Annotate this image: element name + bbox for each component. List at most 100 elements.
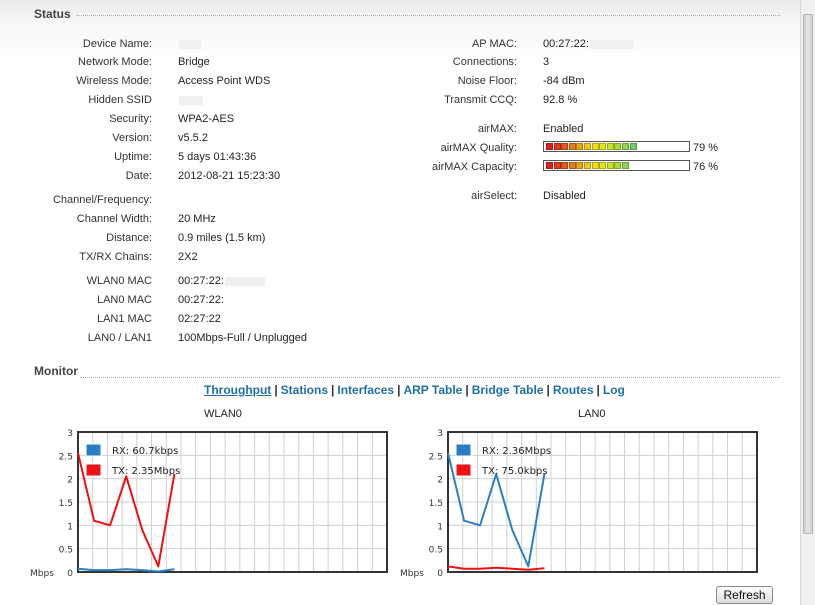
status-left-value: 0.9 miles (1.5 km) [178, 232, 265, 244]
meter-segment [629, 143, 637, 150]
y-tick-label: 2 [67, 476, 73, 486]
legend-label: RX: 60.7kbps [112, 446, 178, 457]
y-tick-label: 3 [67, 429, 73, 439]
status-right-value-text: 00:27:22: [543, 38, 589, 50]
meter-segment [606, 143, 614, 150]
meter-segment [622, 162, 629, 169]
status-right-value-text: -84 dBm [543, 75, 585, 87]
status-right-value: 76 % [693, 161, 718, 173]
status-page: Status Monitor Throughput | Stations | Inter… [0, 0, 800, 605]
meter-segment [614, 143, 622, 150]
tab-separator: | [546, 383, 550, 397]
y-tick-label: 1 [437, 522, 443, 532]
status-right-value-text: 92.8 % [543, 94, 578, 106]
status-left-value-text: 5 days 01:43:36 [178, 151, 257, 163]
y-tick-label: 3 [437, 429, 443, 439]
status-left-value-text: v5.5.2 [178, 132, 208, 144]
meter-segment [591, 143, 599, 150]
chart-title-lan0: LAN0 [578, 408, 606, 420]
status-left-value: 2X2 [178, 251, 198, 263]
tab-throughput[interactable]: Throughput [204, 383, 271, 397]
meter-segment [599, 162, 607, 169]
status-left-value-text: 2012-08-21 15:23:30 [178, 170, 281, 182]
scrollbar-thumb[interactable] [803, 14, 813, 534]
status-left-label: Version: [112, 132, 152, 144]
meter-segment [553, 162, 561, 169]
status-left-value-text: WPA2-AES [178, 113, 235, 125]
status-left-value: 2012-08-21 15:23:30 [178, 170, 280, 182]
meter-segment [622, 143, 629, 150]
status-right-value: 92.8 % [543, 94, 577, 106]
redacted-value-mask [224, 276, 265, 286]
status-left-label: LAN1 MAC [96, 313, 152, 325]
legend-label: TX: 75.0kbps [481, 466, 547, 477]
y-tick-label: 1 [67, 522, 73, 532]
redacted-value-mask [589, 39, 634, 49]
legend-label: TX: 2.35Mbps [111, 466, 180, 477]
status-right-value: -84 dBm [543, 75, 585, 87]
status-left-label: LAN0 / LAN1 [87, 332, 152, 344]
status-right-label: AP MAC: [471, 38, 517, 50]
tab-interfaces[interactable]: Interfaces [337, 383, 394, 397]
meter-segment [576, 143, 584, 150]
monitor-section-title: Monitor [34, 364, 78, 378]
status-left-value: 20 MHz [178, 213, 216, 225]
status-left-value: v5.5.2 [178, 132, 208, 144]
tab-separator: | [596, 383, 600, 397]
status-left-value: 02:27:22 [178, 313, 221, 325]
meter-segment [584, 162, 591, 169]
airmax-capacity-meter [543, 160, 690, 171]
redacted-value-mask [179, 95, 203, 105]
legend-swatch [85, 443, 102, 457]
status-left-label: Security: [109, 113, 152, 125]
meter-segment [591, 162, 599, 169]
status-left-value-text: Bridge [178, 56, 210, 68]
status-right-value-text: Enabled [543, 123, 584, 135]
tab-separator: | [465, 383, 469, 397]
status-left-label: TX/RX Chains: [79, 251, 152, 263]
tab-arp-table[interactable]: ARP Table [403, 383, 462, 397]
airmax-quality-meter [543, 141, 690, 152]
tab-log[interactable]: Log [603, 383, 625, 397]
status-right-label: Noise Floor: [457, 75, 517, 87]
status-right-value: Disabled [543, 190, 586, 202]
tab-bridge-table[interactable]: Bridge Table [472, 383, 544, 397]
wlan0-throughput-chart: 0 0.5 1 1.5 2 2.5 3 Mbps RX: 60.7kbps TX: 2.35Mbp… [30, 429, 388, 579]
status-left-value: 00:27:22: [178, 275, 265, 287]
status-left-value-text: 02:27:22 [178, 313, 221, 325]
legend-swatch [455, 443, 472, 457]
status-right-value-text: 79 % [693, 142, 719, 154]
meter-segment [561, 143, 569, 150]
status-left-label: Network Mode: [78, 56, 152, 68]
y-tick-label: 0.5 [429, 546, 443, 556]
status-left-value-text: 20 MHz [178, 213, 216, 225]
tab-stations[interactable]: Stations [281, 383, 328, 397]
legend-label: RX: 2.36Mbps [482, 446, 551, 457]
status-left-label: Wireless Mode: [76, 75, 152, 87]
y-axis-unit-label: Mbps [400, 569, 424, 579]
status-right-value: Enabled [543, 123, 583, 135]
status-right-label: airSelect: [471, 190, 517, 202]
tab-routes[interactable]: Routes [553, 383, 594, 397]
refresh-button[interactable]: Refresh [716, 586, 773, 604]
meter-segment [546, 162, 553, 169]
status-left-label: Device Name: [82, 38, 152, 50]
status-right-label: airMAX Quality: [440, 142, 517, 154]
status-left-value-text: 2X2 [178, 251, 198, 263]
y-tick-label: 1.5 [429, 499, 443, 509]
meter-segment [568, 162, 576, 169]
status-right-value-text: Disabled [543, 190, 586, 202]
chart-title-wlan0: WLAN0 [204, 408, 242, 420]
status-left-value-text: 00:27:22: [178, 275, 224, 287]
status-left-label: Date: [125, 170, 152, 182]
page-scrollbar[interactable] [800, 0, 815, 605]
status-left-value [178, 38, 201, 50]
meter-segment [584, 143, 591, 150]
status-left-value: WPA2-AES [178, 113, 234, 125]
lan0-throughput-chart: 0 0.5 1 1.5 2 2.5 3 Mbps RX: 2.36Mbps TX: 75.0kbp… [400, 429, 758, 579]
status-left-label: Uptime: [114, 151, 152, 163]
status-left-value: Bridge [178, 56, 210, 68]
y-tick-label: 2.5 [429, 452, 443, 462]
meter-segment [553, 143, 561, 150]
tab-separator: | [397, 383, 401, 397]
